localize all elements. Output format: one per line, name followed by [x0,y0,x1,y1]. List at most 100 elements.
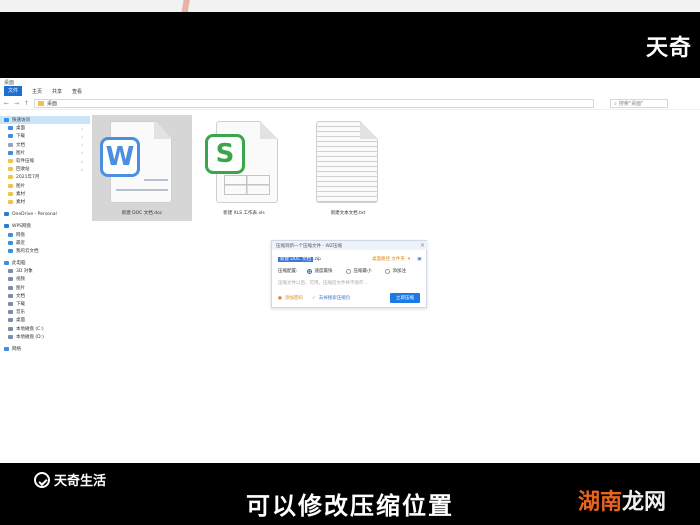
computer-icon [4,261,9,266]
folder-open-icon[interactable]: ▣ [417,257,421,262]
folder-icon [8,167,13,172]
radio-fast[interactable] [306,268,312,274]
folder-icon [8,199,13,204]
sidebar-network[interactable]: 网络 [0,345,90,353]
back-arrow-icon[interactable]: ← [4,100,10,107]
sidebar-item[interactable]: 文档 ✓ [0,141,90,149]
pin-icon: ✓ [80,133,84,139]
compress-dialog: 压缩到新一个压缩文件 - WZ压缩 × 新建 DOC 文档 .zip 桌面路径 文… [271,240,428,308]
sidebar-item[interactable]: 下载 ✓ [0,132,90,140]
pin-icon: ✓ [80,142,84,148]
sidebar-item-label: 下载 [16,134,25,140]
option-note-label: 添加注 [392,269,407,274]
sidebar-item-label: 软件压缩 [16,159,34,165]
address-input[interactable]: 桌面 [34,99,594,108]
menu-home[interactable]: 主页 [32,88,42,95]
menu-view[interactable]: 查看 [72,88,82,95]
dialog-note: 压缩文件以后，可用，压缩后文件将不保存... [278,280,368,286]
sidebar-item-label: 桌面 [16,318,25,324]
sidebar-item[interactable]: 素材 [0,198,90,206]
sidebar-item[interactable]: 软件压缩 ✓ [0,157,90,165]
close-icon[interactable]: × [420,242,425,249]
option-fast-label: 速度最快 [314,269,333,274]
folder-icon [8,248,13,253]
sidebar-item[interactable]: 文档 [0,292,90,300]
sidebar-this-pc[interactable]: 此电脑 [0,259,90,267]
sidebar-item[interactable]: 最近 [0,239,90,247]
window-titlebar: 桌面 [0,78,700,86]
sidebar-item[interactable]: 本地磁盘 (C:) [0,325,90,333]
watermark-part2: 龙网 [621,490,666,515]
sidebar-label: 此电脑 [12,261,26,267]
sheet-grid-icon [224,175,270,195]
sidebar-item-label: 回收站 [16,167,30,173]
sidebar-item-label: 文档 [16,142,25,148]
add-password-link[interactable]: 添加密码 [285,295,303,301]
sidebar-item-label: 我的云文档 [16,248,39,254]
option-link[interactable]: 去掉搜索压缩包 [319,295,351,301]
watermark-part1: 湖南 [577,490,622,515]
sidebar-item[interactable]: 网盘 [0,230,90,238]
dialog-title: 压缩到新一个压缩文件 - WZ压缩 [276,243,343,249]
sidebar-item[interactable]: 视频 [0,275,90,283]
note-text: 压缩文件以后，可用，压缩后文件将不保存... [278,281,368,286]
sidebar-item[interactable]: 桌面 ✓ [0,124,90,132]
forward-arrow-icon[interactable]: → [14,100,20,107]
sidebar-item[interactable]: 桌面 [0,316,90,324]
sidebar-item[interactable]: 下载 [0,300,90,308]
filename-input[interactable]: 新建 DOC 文档 .zip [278,256,321,262]
sidebar-item[interactable]: 3D 对象 [0,267,90,275]
search-input[interactable]: ⌕ 搜索"桌面" [610,99,668,108]
file-name: 新建文本文档.txt [330,211,366,216]
radio-small[interactable] [345,268,351,274]
file-item-txt[interactable]: 新建文本文档.txt [298,115,398,221]
mode-label: 压缩配置: [278,269,298,274]
sidebar-item[interactable]: 回收站 ✓ [0,165,90,173]
sidebar-item-label: 3D 对象 [16,269,33,275]
wps-spreadsheet-icon: S [205,134,245,174]
file-name: 新建 DOC 文档.doc [121,211,163,216]
sidebar-item[interactable]: 我的云文档 [0,247,90,255]
search-placeholder: 搜索"桌面" [618,101,644,107]
sidebar-item-label: 素材 [16,191,25,197]
start-compress-button[interactable]: 立即压缩 [390,293,420,303]
sidebar-label: WPS网盘 [12,224,32,230]
sidebar-item[interactable]: 图片 [0,284,90,292]
sidebar-item[interactable]: 2021年7月 [0,173,90,181]
dialog-links: ● 添加密码 ✓ 去掉搜索压缩包 [278,295,351,302]
sidebar-item[interactable]: 图片 [0,182,90,190]
folder-icon [8,277,13,282]
up-arrow-icon[interactable]: ↑ [24,100,30,107]
folder-icon [8,285,13,290]
sidebar-item[interactable]: 素材 [0,190,90,198]
sidebar-item-label: 图片 [16,285,25,291]
address-bar: ← → ↑ 桌面 ⌕ 搜索"桌面" [0,98,700,110]
sidebar-onedrive[interactable]: OneDrive - Personal [0,210,90,218]
desktop-accent [165,0,225,12]
network-icon [4,346,9,351]
sidebar-wps[interactable]: WPS网盘 [0,222,90,230]
sidebar-item[interactable]: 图片 ✓ [0,149,90,157]
sidebar-item[interactable]: 音乐 [0,308,90,316]
sidebar-item-label: 图片 [16,150,25,156]
file-item-doc[interactable]: W 新建 DOC 文档.doc [92,115,192,221]
text-line [144,179,168,181]
location-select[interactable]: 桌面路径 文件夹 ▾ ▣ [372,256,421,263]
text-line [116,189,168,191]
sidebar-label: 网络 [12,346,21,352]
file-item-xls[interactable]: S 新建 XLS 工作表.xls [194,115,294,221]
pin-icon: ✓ [80,166,84,172]
sidebar-quick-access[interactable]: 快速访问 [0,116,90,125]
menu-share[interactable]: 共享 [52,88,62,95]
radio-note[interactable] [384,268,390,274]
menu-file[interactable]: 文件 [4,86,23,96]
top-logo: 天奇 [645,36,692,61]
sidebar-item-label: 最近 [16,240,25,246]
pin-icon: ✓ [80,150,84,156]
sidebar-item[interactable]: 本地磁盘 (D:) [0,333,90,341]
folder-icon [8,134,13,139]
location-label: 桌面路径 文件夹 [372,257,405,262]
pin-icon: ✓ [80,158,84,164]
folder-icon [8,293,13,298]
window-title: 桌面 [4,79,15,86]
